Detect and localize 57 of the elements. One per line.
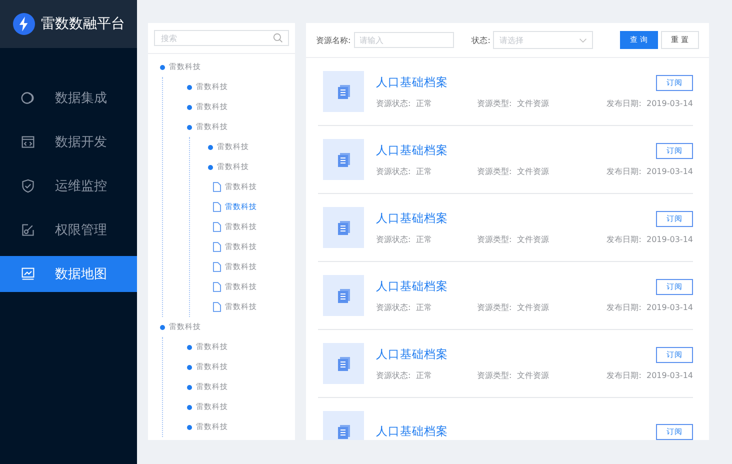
resource-status: 资源状态: 正常: [376, 302, 433, 312]
search-field[interactable]: 搜索: [154, 30, 289, 46]
document-icon: [338, 288, 350, 302]
lightning-logo-icon: [13, 13, 35, 35]
publish-date: 发布日期: 2019-03-14: [606, 234, 693, 244]
resource-title[interactable]: 人口基础档案: [376, 279, 448, 294]
bullet-icon: [160, 324, 165, 330]
resource-title[interactable]: 人口基础档案: [376, 347, 448, 362]
publish-date: 发布日期: 2019-03-14: [606, 370, 693, 380]
search-icon: [273, 33, 283, 43]
publish-date: 发布日期: 2019-03-14: [606, 98, 693, 108]
bullet-icon: [187, 424, 192, 430]
bullet-icon: [187, 404, 192, 410]
publish-date: 发布日期: 2019-03-14: [606, 302, 693, 312]
document-icon: [338, 424, 350, 438]
document-icon: [338, 84, 350, 98]
bullet-icon: [187, 384, 192, 390]
resource-title[interactable]: 人口基础档案: [376, 424, 448, 439]
line-chart-icon: [21, 267, 35, 281]
resource-type: 资源类型: 文件资源: [477, 166, 549, 176]
nav-item[interactable]: 数据集成: [0, 80, 137, 116]
nav-item[interactable]: 数据开发: [0, 124, 137, 160]
bullet-icon: [187, 84, 192, 90]
resource-type: 资源类型: 文件资源: [477, 98, 549, 108]
resource-title[interactable]: 人口基础档案: [376, 211, 448, 226]
nav-item[interactable]: 数据地图: [0, 256, 137, 292]
resource-status: 资源状态: 正常: [376, 234, 433, 244]
circles-icon: [21, 91, 35, 105]
nav-item[interactable]: 权限管理: [0, 212, 137, 248]
field-label: 状态:: [472, 34, 490, 46]
name-input[interactable]: 请输入: [354, 32, 454, 48]
resource-type: 资源类型: 文件资源: [477, 370, 549, 380]
document-icon: [338, 152, 350, 166]
brand-name: 雷数数融平台: [41, 15, 125, 33]
bullet-icon: [160, 64, 165, 70]
bullet-icon: [187, 364, 192, 370]
resource-status: 资源状态: 正常: [376, 370, 433, 380]
code-window-icon: [21, 135, 35, 149]
bullet-icon: [208, 144, 213, 150]
resource-title[interactable]: 人口基础档案: [376, 143, 448, 158]
resource-type: 资源类型: 文件资源: [477, 234, 549, 244]
document-icon: [338, 220, 350, 234]
document-icon: [338, 356, 350, 370]
bullet-icon: [187, 124, 192, 130]
resource-title[interactable]: 人口基础档案: [376, 75, 448, 90]
resource-type: 资源类型: 文件资源: [477, 302, 549, 312]
shield-icon: [21, 179, 35, 193]
edit-icon: [21, 223, 35, 237]
bullet-icon: [187, 344, 192, 350]
bullet-icon: [208, 164, 213, 170]
field-label: 资源名称:: [316, 34, 351, 46]
resource-status: 资源状态: 正常: [376, 166, 433, 176]
bullet-icon: [187, 104, 192, 110]
nav-item[interactable]: 运维监控: [0, 168, 137, 204]
publish-date: 发布日期: 2019-03-14: [606, 166, 693, 176]
chevron-down-icon: [579, 38, 588, 42]
resource-status: 资源状态: 正常: [376, 98, 433, 108]
